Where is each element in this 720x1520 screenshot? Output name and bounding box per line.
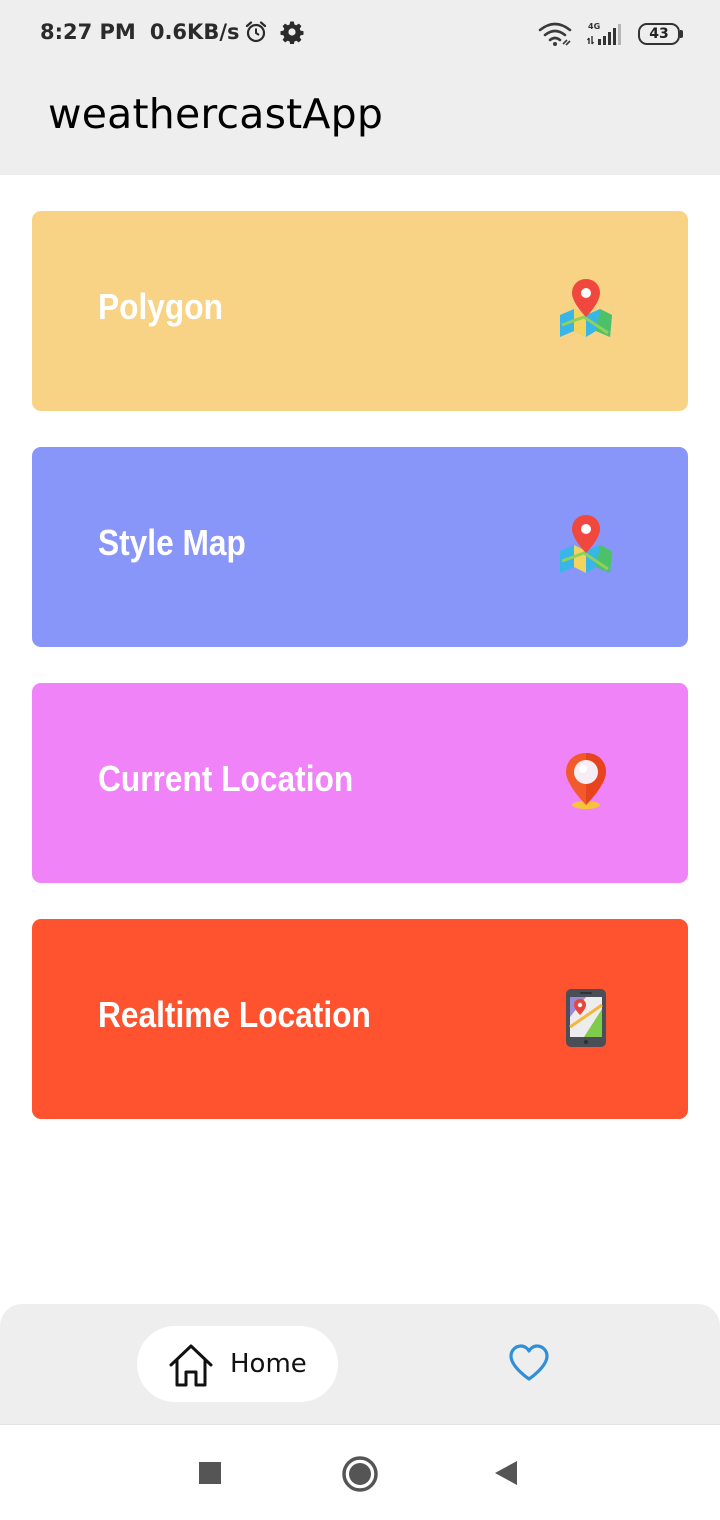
style-map-card[interactable]: Style Map [32,447,688,647]
home-tab-label: Home [230,1349,307,1379]
cellular-signal-icon: 4G [586,21,626,47]
home-tab[interactable]: Home [137,1326,338,1402]
bottom-navigation: Home [0,1304,720,1424]
favorites-tab[interactable] [492,1330,566,1398]
realtime-location-card-label: Realtime Location [98,994,371,1035]
style-map-card-label: Style Map [98,522,246,563]
app-title: weathercastApp [48,90,384,138]
triangle-back-icon [495,1461,517,1485]
square-icon [199,1462,221,1484]
alarm-clock-icon [244,20,268,44]
current-location-card[interactable]: Current Location [32,683,688,883]
status-net-speed: 0.6KB/s [149,20,240,44]
back-button[interactable] [472,1425,542,1520]
status-time: 8:27 PM [40,20,136,44]
system-home-button[interactable] [325,1425,395,1520]
circle-icon [342,1456,378,1492]
phone-map-icon [550,983,622,1047]
realtime-location-card[interactable]: Realtime Location [32,919,688,1119]
home-icon [167,1341,215,1389]
battery-level: 43 [649,26,669,42]
system-navigation-bar [0,1424,720,1520]
current-location-card-label: Current Location [98,758,354,799]
map-pin-icon [550,275,622,339]
status-left: 8:27 PM 0.6KB/s [40,20,304,44]
status-right: 4G 43 [538,21,684,47]
wifi-icon [538,21,572,47]
battery-indicator: 43 [638,23,684,45]
map-pin-icon [550,511,622,575]
status-bar: 8:27 PM 0.6KB/s 4G 43 [0,0,720,68]
location-pin-icon [550,747,622,811]
app-bar: weathercastApp [0,68,720,175]
recents-button[interactable] [175,1425,245,1520]
network-type-label: 4G [588,22,600,31]
polygon-card[interactable]: Polygon [32,211,688,411]
gear-icon [279,20,304,44]
polygon-card-label: Polygon [98,286,223,327]
